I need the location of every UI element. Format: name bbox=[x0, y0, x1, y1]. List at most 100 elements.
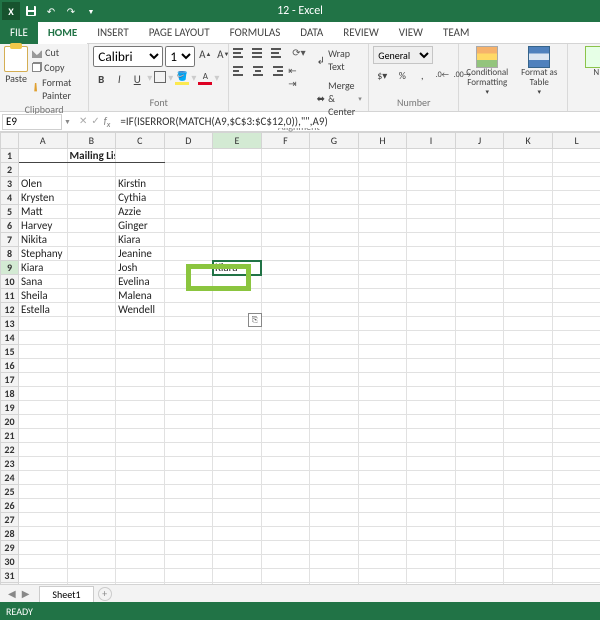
percent-button[interactable]: % bbox=[393, 67, 411, 83]
row-header-16[interactable]: 16 bbox=[1, 359, 19, 373]
cell[interactable] bbox=[504, 555, 553, 569]
cell[interactable] bbox=[19, 163, 68, 177]
cell[interactable] bbox=[261, 289, 310, 303]
cell[interactable] bbox=[261, 485, 310, 499]
cell[interactable] bbox=[261, 457, 310, 471]
cell[interactable] bbox=[116, 359, 165, 373]
cell[interactable] bbox=[504, 149, 553, 163]
cell[interactable] bbox=[67, 429, 116, 443]
cell[interactable] bbox=[504, 303, 553, 317]
active-cell[interactable]: Kiara bbox=[213, 261, 262, 275]
cell[interactable] bbox=[358, 261, 407, 275]
cell[interactable] bbox=[407, 373, 456, 387]
cell[interactable] bbox=[19, 345, 68, 359]
cell[interactable] bbox=[19, 527, 68, 541]
cell[interactable] bbox=[261, 373, 310, 387]
cell[interactable] bbox=[164, 345, 213, 359]
cell[interactable] bbox=[67, 443, 116, 457]
cell[interactable] bbox=[504, 513, 553, 527]
cell[interactable] bbox=[67, 317, 116, 331]
cell[interactable] bbox=[455, 163, 504, 177]
cell[interactable] bbox=[455, 541, 504, 555]
cell[interactable] bbox=[504, 527, 553, 541]
cell[interactable] bbox=[310, 415, 359, 429]
cell[interactable] bbox=[358, 233, 407, 247]
cell[interactable] bbox=[213, 177, 262, 191]
cell[interactable] bbox=[552, 415, 600, 429]
cell[interactable] bbox=[552, 555, 600, 569]
row-header-11[interactable]: 11 bbox=[1, 289, 19, 303]
cell[interactable] bbox=[19, 569, 68, 583]
fx-icon[interactable]: fx bbox=[104, 114, 111, 130]
cell[interactable] bbox=[19, 499, 68, 513]
cell[interactable] bbox=[261, 247, 310, 261]
cell[interactable] bbox=[407, 275, 456, 289]
cell[interactable] bbox=[407, 149, 456, 163]
cell[interactable] bbox=[552, 541, 600, 555]
cell[interactable]: Ginger bbox=[116, 219, 165, 233]
format-as-table-button[interactable]: Format as Table▾ bbox=[515, 46, 563, 95]
cell[interactable] bbox=[164, 303, 213, 317]
cell[interactable] bbox=[310, 177, 359, 191]
cell[interactable] bbox=[116, 541, 165, 555]
cell[interactable] bbox=[504, 163, 553, 177]
cell[interactable] bbox=[504, 331, 553, 345]
row-header-1[interactable]: 1 bbox=[1, 149, 19, 163]
cell[interactable] bbox=[164, 317, 213, 331]
cell[interactable] bbox=[261, 359, 310, 373]
cell[interactable] bbox=[310, 401, 359, 415]
fill-color-button[interactable]: 🪣 bbox=[175, 71, 189, 85]
cell[interactable] bbox=[310, 471, 359, 485]
row-header-30[interactable]: 30 bbox=[1, 555, 19, 569]
cell[interactable] bbox=[67, 345, 116, 359]
new-query-button[interactable]: N bbox=[572, 46, 600, 78]
cell[interactable] bbox=[164, 233, 213, 247]
cell[interactable] bbox=[407, 555, 456, 569]
cell[interactable] bbox=[552, 149, 600, 163]
cell[interactable] bbox=[504, 359, 553, 373]
cell[interactable]: Harvey bbox=[19, 219, 68, 233]
cell[interactable] bbox=[358, 485, 407, 499]
align-right-button[interactable] bbox=[269, 64, 284, 78]
cell[interactable] bbox=[552, 247, 600, 261]
cell[interactable] bbox=[116, 583, 165, 585]
row-header-8[interactable]: 8 bbox=[1, 247, 19, 261]
column-header-A[interactable]: A bbox=[19, 133, 68, 149]
cell[interactable] bbox=[358, 303, 407, 317]
cell[interactable] bbox=[552, 583, 600, 585]
align-left-button[interactable] bbox=[233, 64, 248, 78]
cell[interactable] bbox=[407, 457, 456, 471]
cell[interactable] bbox=[504, 219, 553, 233]
cell[interactable] bbox=[552, 191, 600, 205]
cell[interactable] bbox=[19, 457, 68, 471]
cell[interactable] bbox=[552, 429, 600, 443]
cell[interactable] bbox=[116, 569, 165, 583]
cell[interactable] bbox=[552, 373, 600, 387]
cell[interactable] bbox=[552, 359, 600, 373]
cell[interactable] bbox=[504, 289, 553, 303]
cell[interactable] bbox=[455, 205, 504, 219]
cell[interactable] bbox=[261, 443, 310, 457]
cell[interactable] bbox=[455, 569, 504, 583]
cell[interactable] bbox=[19, 583, 68, 585]
cell[interactable] bbox=[455, 219, 504, 233]
cut-button[interactable]: Cut bbox=[32, 46, 84, 59]
align-center-button[interactable] bbox=[251, 64, 266, 78]
cell[interactable] bbox=[116, 499, 165, 513]
cell[interactable] bbox=[261, 555, 310, 569]
cell[interactable] bbox=[261, 527, 310, 541]
cell[interactable] bbox=[67, 415, 116, 429]
cell[interactable] bbox=[164, 499, 213, 513]
cell[interactable] bbox=[552, 471, 600, 485]
cell[interactable] bbox=[213, 415, 262, 429]
sheet-tab-sheet1[interactable]: Sheet1 bbox=[39, 586, 93, 602]
cell[interactable] bbox=[407, 303, 456, 317]
cell[interactable] bbox=[213, 149, 262, 163]
cell[interactable] bbox=[213, 485, 262, 499]
cell[interactable] bbox=[407, 247, 456, 261]
cell[interactable] bbox=[164, 583, 213, 585]
cell[interactable] bbox=[164, 359, 213, 373]
cell[interactable] bbox=[213, 583, 262, 585]
cell[interactable] bbox=[19, 359, 68, 373]
cell[interactable] bbox=[164, 261, 213, 275]
